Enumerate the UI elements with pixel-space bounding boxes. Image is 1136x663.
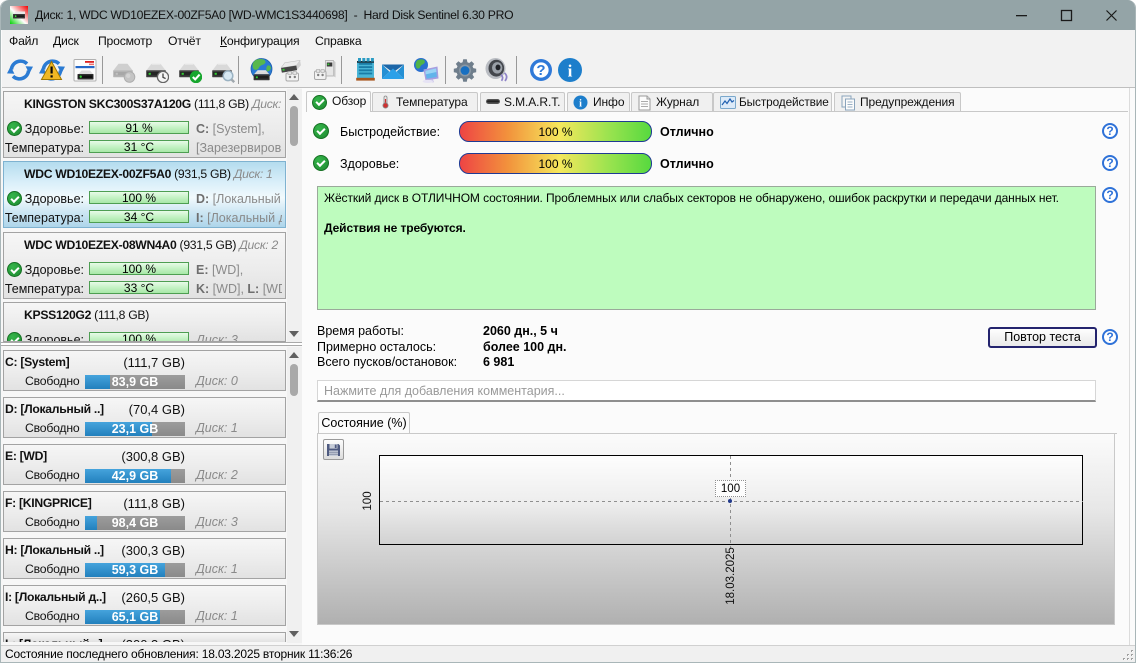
svg-text:i: i — [579, 98, 582, 109]
svg-text:i: i — [568, 62, 573, 81]
svg-text:?: ? — [536, 62, 545, 79]
